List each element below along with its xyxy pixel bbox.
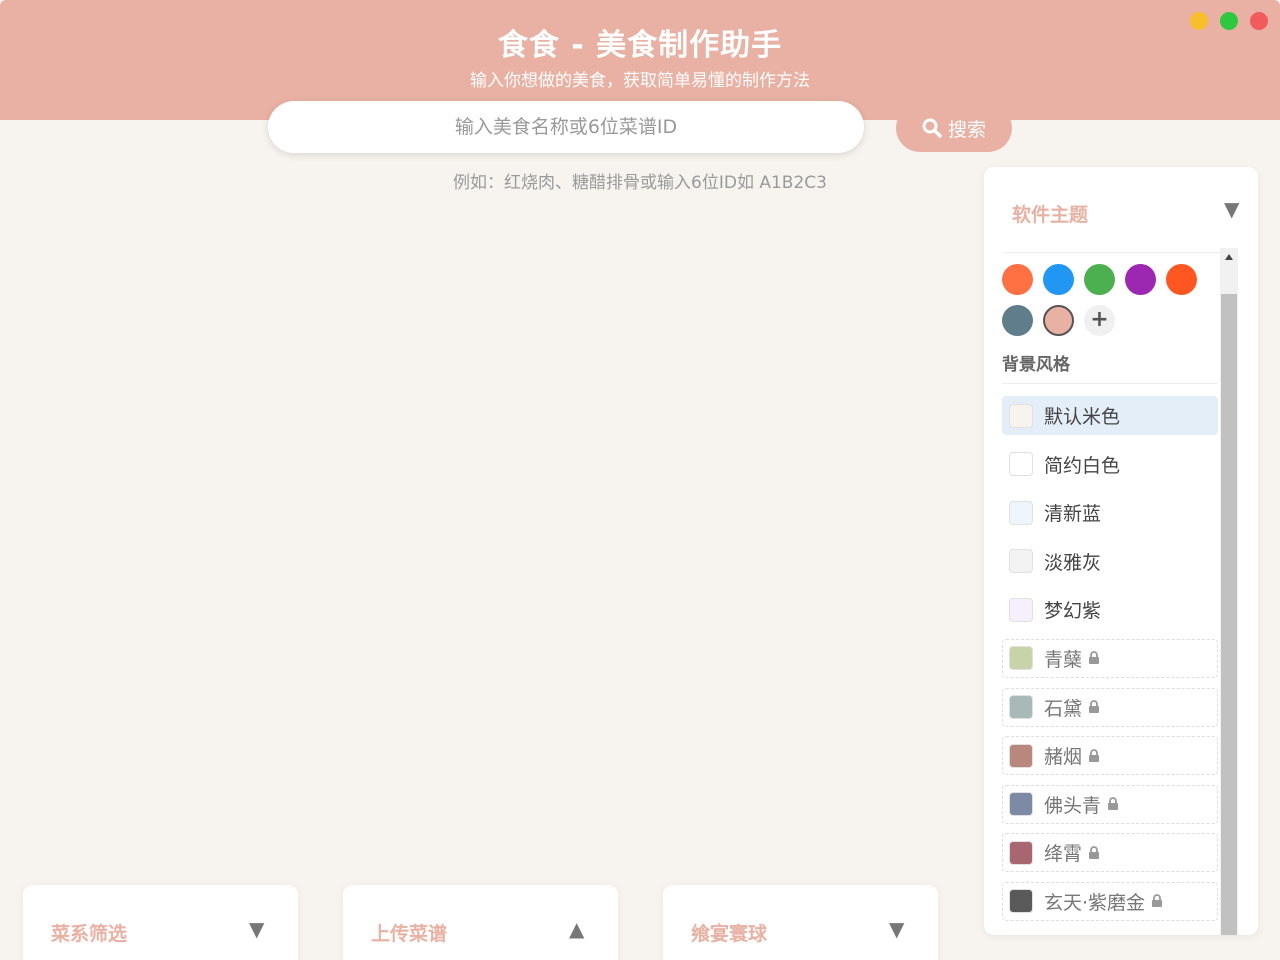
window-controls xyxy=(1190,12,1268,30)
background-style-list: 默认米色简约白色清新蓝淡雅灰梦幻紫青蘖石黛赭烟佛头青绛霄玄天·紫磨金 xyxy=(1002,396,1218,921)
card-world-feast-title: 飨宴寰球 xyxy=(691,923,768,945)
theme-panel: 软件主题 ▼ + 背景风格 默认米色简约白色清新蓝淡雅灰梦幻紫青蘖石黛赭烟佛头青… xyxy=(984,167,1258,935)
theme-color-swatch[interactable] xyxy=(1125,264,1156,295)
background-style-label: 清新蓝 xyxy=(1044,503,1102,526)
background-style-item[interactable]: 青蘖 xyxy=(1002,638,1218,678)
background-style-item[interactable]: 默认米色 xyxy=(1002,396,1218,435)
theme-panel-scrollbar[interactable] xyxy=(1220,248,1238,935)
minimize-button[interactable] xyxy=(1190,12,1208,30)
background-style-label: 青蘖 xyxy=(1044,648,1083,671)
lock-icon xyxy=(1089,846,1100,859)
background-color-chip xyxy=(1009,840,1033,865)
background-style-label: 简约白色 xyxy=(1044,454,1121,477)
card-upload-recipe-title: 上传菜谱 xyxy=(371,923,448,945)
scroll-thumb[interactable] xyxy=(1221,294,1237,935)
search-icon xyxy=(922,118,942,138)
close-button[interactable] xyxy=(1250,12,1268,30)
background-color-chip xyxy=(1009,889,1033,914)
background-style-item[interactable]: 玄天·紫磨金 xyxy=(1002,881,1218,921)
maximize-button[interactable] xyxy=(1220,12,1238,30)
background-style-label: 绛霄 xyxy=(1044,843,1083,866)
search-input[interactable] xyxy=(268,101,864,153)
card-cuisine-filter-toggle[interactable]: ▼ xyxy=(249,917,264,941)
background-style-item[interactable]: 简约白色 xyxy=(1002,445,1218,484)
background-style-item[interactable]: 赭烟 xyxy=(1002,736,1218,776)
background-style-item[interactable]: 绛霄 xyxy=(1002,833,1218,873)
background-color-chip xyxy=(1009,792,1033,817)
app-subtitle: 输入你想做的美食，获取简单易懂的制作方法 xyxy=(470,71,810,91)
theme-color-swatch[interactable] xyxy=(1043,264,1074,295)
theme-panel-toggle[interactable]: ▼ xyxy=(1224,197,1239,221)
lock-icon xyxy=(1089,651,1100,665)
search-button-label: 搜索 xyxy=(947,118,986,141)
background-color-chip xyxy=(1009,695,1033,720)
background-style-label: 佛头青 xyxy=(1044,794,1102,817)
scroll-up-arrow[interactable] xyxy=(1220,248,1238,294)
lock-icon xyxy=(1108,797,1119,811)
background-style-label: 背景风格 xyxy=(1002,350,1218,384)
theme-color-swatch[interactable] xyxy=(1084,264,1115,295)
background-style-item[interactable]: 石黛 xyxy=(1002,687,1218,727)
lock-icon xyxy=(1089,700,1100,714)
background-style-label: 淡雅灰 xyxy=(1044,551,1102,574)
background-color-chip xyxy=(1009,646,1033,671)
card-upload-recipe-toggle[interactable]: ▲ xyxy=(569,917,584,941)
card-cuisine-filter-title: 菜系筛选 xyxy=(51,923,128,945)
background-style-item[interactable]: 清新蓝 xyxy=(1002,493,1218,532)
background-style-label: 默认米色 xyxy=(1044,406,1121,428)
background-color-chip xyxy=(1009,743,1033,768)
app-title: 食食 - 美食制作助手 xyxy=(497,28,783,63)
theme-color-swatches: + xyxy=(1002,259,1218,336)
background-style-label: 赭烟 xyxy=(1044,746,1083,769)
lock-icon xyxy=(1152,894,1163,908)
theme-panel-header[interactable]: 软件主题 ▼ xyxy=(1002,167,1239,253)
search-button[interactable]: 搜索 xyxy=(896,104,1012,152)
background-style-label: 梦幻紫 xyxy=(1044,600,1102,623)
background-style-item[interactable]: 淡雅灰 xyxy=(1002,542,1218,581)
card-upload-recipe[interactable]: 上传菜谱 ▲ xyxy=(343,885,618,960)
background-style-item[interactable]: 佛头青 xyxy=(1002,784,1218,824)
background-style-label: 玄天·紫磨金 xyxy=(1044,891,1146,914)
background-color-chip xyxy=(1009,500,1033,525)
lock-icon xyxy=(1089,748,1100,762)
card-world-feast[interactable]: 飨宴寰球 ▼ xyxy=(663,885,938,960)
background-color-chip xyxy=(1009,403,1033,428)
background-color-chip xyxy=(1009,549,1033,574)
background-color-chip xyxy=(1009,452,1033,477)
background-style-label: 石黛 xyxy=(1044,697,1083,720)
theme-color-swatch[interactable] xyxy=(1043,305,1074,336)
theme-color-swatch[interactable] xyxy=(1002,305,1033,336)
background-style-item[interactable]: 梦幻紫 xyxy=(1002,590,1218,629)
add-theme-color-button[interactable]: + xyxy=(1084,305,1115,336)
card-cuisine-filter[interactable]: 菜系筛选 ▼ xyxy=(23,885,298,960)
theme-color-swatch[interactable] xyxy=(1002,264,1033,295)
card-world-feast-toggle[interactable]: ▼ xyxy=(889,917,904,941)
theme-panel-title: 软件主题 xyxy=(1012,204,1089,226)
theme-color-swatch[interactable] xyxy=(1166,264,1197,295)
background-color-chip xyxy=(1009,597,1033,622)
theme-panel-body: + 背景风格 默认米色简约白色清新蓝淡雅灰梦幻紫青蘖石黛赭烟佛头青绛霄玄天·紫磨… xyxy=(1002,259,1218,935)
